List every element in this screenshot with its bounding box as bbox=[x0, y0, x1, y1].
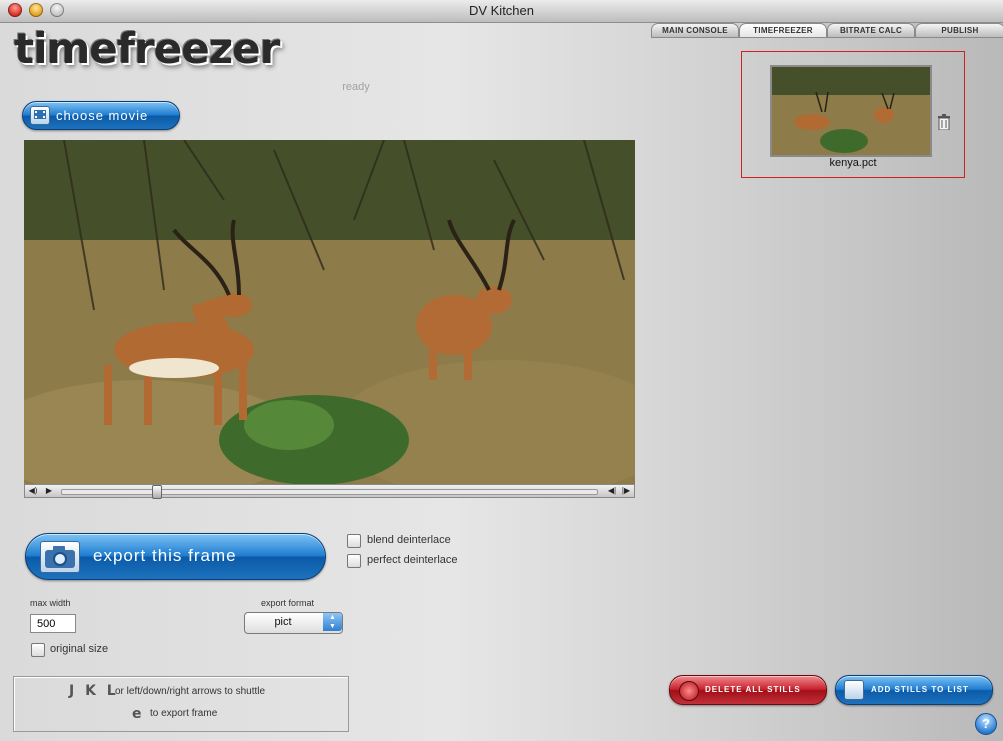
delete-icon bbox=[679, 681, 699, 701]
app-logo: timefreezer bbox=[14, 24, 280, 73]
still-filename: kenya.pct bbox=[829, 157, 877, 169]
delete-all-stills-button[interactable]: DELETE ALL STILLS bbox=[669, 675, 827, 705]
stills-list-panel: kenya.pct bbox=[741, 51, 965, 178]
blend-deinterlace-checkbox[interactable] bbox=[347, 534, 361, 548]
app-window: DV Kitchen MAIN CONSOLE TIMEFREEZER BITR… bbox=[0, 0, 1003, 741]
original-size-label: original size bbox=[50, 643, 109, 655]
choose-movie-label: choose movie bbox=[56, 108, 149, 123]
e-key-text: e bbox=[132, 706, 145, 722]
export-frame-button[interactable]: export this frame bbox=[25, 533, 326, 580]
still-thumbnail-image bbox=[772, 67, 930, 155]
playhead-handle[interactable] bbox=[152, 485, 162, 499]
add-stills-icon bbox=[844, 680, 864, 700]
shortcut-help-panel: J K L or left/down/right arrows to shutt… bbox=[13, 676, 349, 732]
blend-deinterlace-label: blend deinterlace bbox=[367, 534, 451, 546]
choose-movie-button[interactable]: choose movie bbox=[22, 101, 180, 130]
play-button[interactable]: ▶ bbox=[43, 485, 55, 497]
still-thumbnail[interactable] bbox=[770, 65, 932, 157]
export-frame-label: export this frame bbox=[93, 546, 237, 565]
camera-icon bbox=[40, 541, 80, 573]
export-format-value: pict bbox=[274, 616, 292, 628]
trash-icon[interactable] bbox=[937, 114, 951, 135]
tab-timefreezer[interactable]: TIMEFREEZER bbox=[739, 23, 827, 38]
help-icon[interactable]: ? bbox=[975, 713, 997, 735]
export-format-label: export format bbox=[261, 598, 315, 608]
movie-file-icon bbox=[30, 106, 50, 125]
shuttle-help-text: or left/down/right arrows to shuttle bbox=[115, 686, 266, 697]
max-width-label: max width bbox=[30, 598, 71, 608]
add-stills-to-list-button[interactable]: ADD STILLS TO LIST bbox=[835, 675, 993, 705]
savanna-scene-image bbox=[24, 140, 635, 484]
perfect-deinterlace-checkbox[interactable] bbox=[347, 554, 361, 568]
max-width-input[interactable] bbox=[30, 614, 76, 633]
video-preview[interactable] bbox=[24, 140, 635, 484]
movie-scrubber-bar: ◀) ▶ ◀| |▶ bbox=[24, 484, 635, 499]
export-help-text: to export frame bbox=[150, 708, 218, 719]
step-forward-button[interactable]: |▶ bbox=[620, 485, 632, 497]
original-size-checkbox[interactable] bbox=[31, 643, 45, 657]
export-format-select[interactable]: pict ▲ ▼ bbox=[244, 612, 343, 634]
step-back-button[interactable]: ◀| bbox=[606, 485, 618, 497]
tab-publish[interactable]: PUBLISH bbox=[915, 23, 1003, 38]
select-arrows-icon: ▲ ▼ bbox=[323, 613, 342, 631]
timeline-track[interactable] bbox=[61, 485, 598, 499]
title-bar: DV Kitchen bbox=[0, 0, 1003, 23]
volume-icon[interactable]: ◀) bbox=[27, 485, 39, 497]
window-title: DV Kitchen bbox=[468, 3, 535, 18]
tab-main-console[interactable]: MAIN CONSOLE bbox=[651, 23, 739, 38]
status-text: ready bbox=[342, 81, 370, 93]
add-stills-label: ADD STILLS TO LIST bbox=[871, 685, 969, 694]
delete-all-stills-label: DELETE ALL STILLS bbox=[705, 685, 801, 694]
tab-bitrate-calc[interactable]: BITRATE CALC bbox=[827, 23, 915, 38]
perfect-deinterlace-label: perfect deinterlace bbox=[367, 554, 458, 566]
jkl-keys-text: J K L bbox=[69, 683, 119, 699]
